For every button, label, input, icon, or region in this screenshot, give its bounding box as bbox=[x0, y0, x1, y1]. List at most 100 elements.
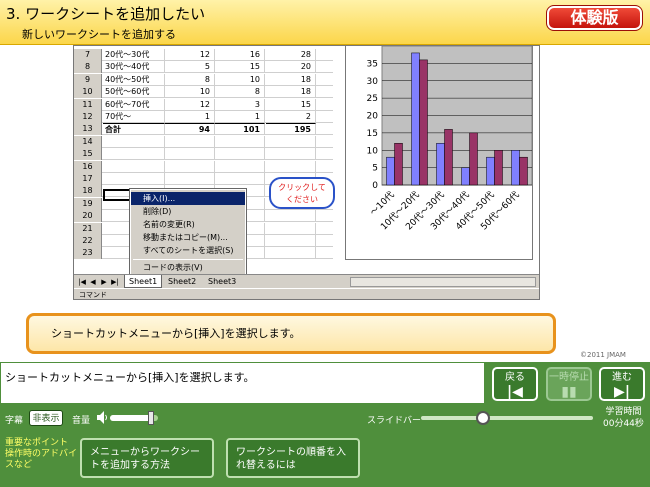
bar bbox=[411, 52, 420, 186]
table-row: 13 合計 94 101 195 bbox=[74, 123, 333, 136]
cell-label[interactable] bbox=[103, 135, 165, 148]
cell-value[interactable]: 18 bbox=[266, 86, 316, 99]
row-header: 11 bbox=[74, 98, 102, 111]
pause-button[interactable]: 一時停止 ▮▮ bbox=[546, 367, 592, 401]
cell-label[interactable] bbox=[103, 173, 165, 185]
embedded-chart: 0 5 10 15 20 25 30 35 ～10代 10代～20代 20代～30代 30代～40代 4… bbox=[345, 46, 533, 260]
menu-item-rename[interactable]: 名前の変更(R) bbox=[131, 218, 245, 231]
cell-value[interactable]: 20 bbox=[266, 61, 316, 74]
cell-value[interactable] bbox=[266, 247, 316, 260]
caption-toggle-button[interactable]: 非表示 bbox=[29, 410, 63, 426]
cell-value[interactable]: 12 bbox=[165, 49, 215, 61]
lesson-subtitle: 新しいワークシートを追加する bbox=[22, 28, 176, 41]
cell-value[interactable]: 101 bbox=[215, 123, 265, 136]
cell-label[interactable] bbox=[103, 148, 165, 161]
cell-value[interactable]: 28 bbox=[266, 49, 316, 61]
chart-svg: 05101520253035～10代10代～20代20代～30代30代～40代4… bbox=[367, 46, 533, 232]
cell-value[interactable] bbox=[215, 160, 265, 173]
cell-value[interactable] bbox=[165, 148, 215, 161]
cell-value[interactable]: 10 bbox=[215, 73, 265, 86]
row-header: 19 bbox=[74, 197, 102, 210]
menu-item-select-all[interactable]: すべてのシートを選択(S) bbox=[131, 244, 245, 257]
bar bbox=[486, 156, 495, 186]
cell-label[interactable]: 60代～70代 bbox=[103, 98, 165, 111]
volume-label: 音量 bbox=[72, 416, 91, 426]
cell-label[interactable]: 合計 bbox=[103, 123, 165, 136]
cell-label[interactable] bbox=[103, 160, 165, 173]
next-sheet-icon[interactable]: ▶ bbox=[99, 277, 109, 287]
context-menu: 挿入(I)... 削除(D) 名前の変更(R) 移動またはコピー(M)... す… bbox=[129, 188, 247, 278]
row-header: 8 bbox=[74, 61, 102, 74]
cell-value[interactable]: 12 bbox=[165, 98, 215, 111]
speaker-icon bbox=[97, 411, 107, 424]
cell-value[interactable]: 5 bbox=[165, 61, 215, 74]
cell-value[interactable]: 2 bbox=[266, 111, 316, 123]
back-button[interactable]: 戻る |◀ bbox=[492, 367, 538, 401]
table-row: 10 50代～60代 10 8 18 bbox=[74, 86, 333, 99]
slide-progress-knob[interactable] bbox=[475, 411, 490, 425]
cell-value[interactable]: 195 bbox=[266, 123, 316, 136]
cell-value[interactable]: 8 bbox=[165, 73, 215, 86]
study-time-title: 学習時間 bbox=[605, 407, 642, 417]
menu-item-delete[interactable]: 削除(D) bbox=[131, 205, 245, 218]
tab-sheet3[interactable]: Sheet3 bbox=[204, 275, 240, 288]
menu-item-move-copy[interactable]: 移動またはコピー(M)... bbox=[131, 231, 245, 244]
callout-line-1: クリックして bbox=[278, 183, 326, 192]
control-bar: 字幕 非表示 音量 スライドバー 学習時間 00分44秒 bbox=[0, 404, 650, 432]
link-reorder-sheets[interactable]: ワークシートの順番を入れ替えるには bbox=[226, 438, 360, 478]
last-sheet-icon[interactable]: ▶| bbox=[110, 277, 120, 287]
tab-sheet1[interactable]: Sheet1 bbox=[124, 275, 163, 288]
row-header: 9 bbox=[74, 73, 102, 86]
cell-value[interactable]: 8 bbox=[215, 86, 265, 99]
prev-sheet-icon[interactable]: ◀ bbox=[88, 277, 98, 287]
volume-knob[interactable] bbox=[147, 411, 154, 425]
trial-badge: 体験版 bbox=[546, 5, 643, 31]
slide-progress-bar[interactable] bbox=[421, 411, 593, 425]
cell-value[interactable]: 15 bbox=[266, 98, 316, 111]
row-header: 22 bbox=[74, 235, 102, 247]
cell-value[interactable] bbox=[165, 135, 215, 148]
cell-label[interactable]: 40代～50代 bbox=[103, 73, 165, 86]
bar bbox=[519, 156, 528, 186]
menu-item-view-code[interactable]: コードの表示(V) bbox=[131, 261, 245, 274]
cell-value[interactable] bbox=[215, 148, 265, 161]
cell-value[interactable] bbox=[266, 210, 316, 223]
cell-value[interactable]: 1 bbox=[165, 111, 215, 123]
first-sheet-icon[interactable]: |◀ bbox=[77, 277, 87, 287]
y-tick-label: 35 bbox=[367, 59, 378, 69]
cell-label[interactable]: 50代～60代 bbox=[103, 86, 165, 99]
link-add-sheet-by-menu[interactable]: メニューからワークシートを追加する方法 bbox=[80, 438, 214, 478]
cell-value[interactable]: 15 bbox=[215, 61, 265, 74]
cell-value[interactable] bbox=[266, 222, 316, 235]
caption-text: ショートカットメニューから[挿入]を選択します。 bbox=[0, 362, 485, 404]
row-header: 23 bbox=[74, 247, 102, 260]
table-row: 11 60代～70代 12 3 15 bbox=[74, 98, 333, 111]
cell-value[interactable]: 1 bbox=[215, 111, 265, 123]
skip-forward-icon: ▶| bbox=[614, 384, 630, 400]
cell-value[interactable] bbox=[215, 173, 265, 185]
cell-value[interactable]: 3 bbox=[215, 98, 265, 111]
volume-slider[interactable] bbox=[110, 411, 158, 425]
cell-value[interactable]: 94 bbox=[165, 123, 215, 136]
row-header: 17 bbox=[74, 173, 102, 185]
cell-label[interactable]: 70代～ bbox=[103, 111, 165, 123]
cell-label[interactable]: 20代～30代 bbox=[103, 49, 165, 61]
cell-value[interactable]: 18 bbox=[266, 73, 316, 86]
cell-value[interactable] bbox=[215, 135, 265, 148]
cell-value[interactable] bbox=[266, 235, 316, 247]
next-button[interactable]: 進む ▶| bbox=[599, 367, 645, 401]
points-label: 重要なポイント 操作時のアドバイスなど bbox=[5, 438, 78, 470]
cell-value[interactable] bbox=[266, 148, 316, 161]
cell-label[interactable]: 30代～40代 bbox=[103, 61, 165, 74]
cell-value[interactable] bbox=[165, 160, 215, 173]
cell-value[interactable] bbox=[165, 173, 215, 185]
cell-value[interactable]: 16 bbox=[215, 49, 265, 61]
tab-sheet2[interactable]: Sheet2 bbox=[164, 275, 200, 288]
cell-value[interactable] bbox=[266, 135, 316, 148]
horizontal-scrollbar[interactable] bbox=[350, 277, 536, 287]
bar bbox=[444, 129, 453, 186]
cell-value[interactable]: 10 bbox=[165, 86, 215, 99]
menu-item-insert[interactable]: 挿入(I)... bbox=[131, 192, 245, 205]
cell-value[interactable] bbox=[266, 160, 316, 173]
volume-fill bbox=[110, 415, 151, 421]
